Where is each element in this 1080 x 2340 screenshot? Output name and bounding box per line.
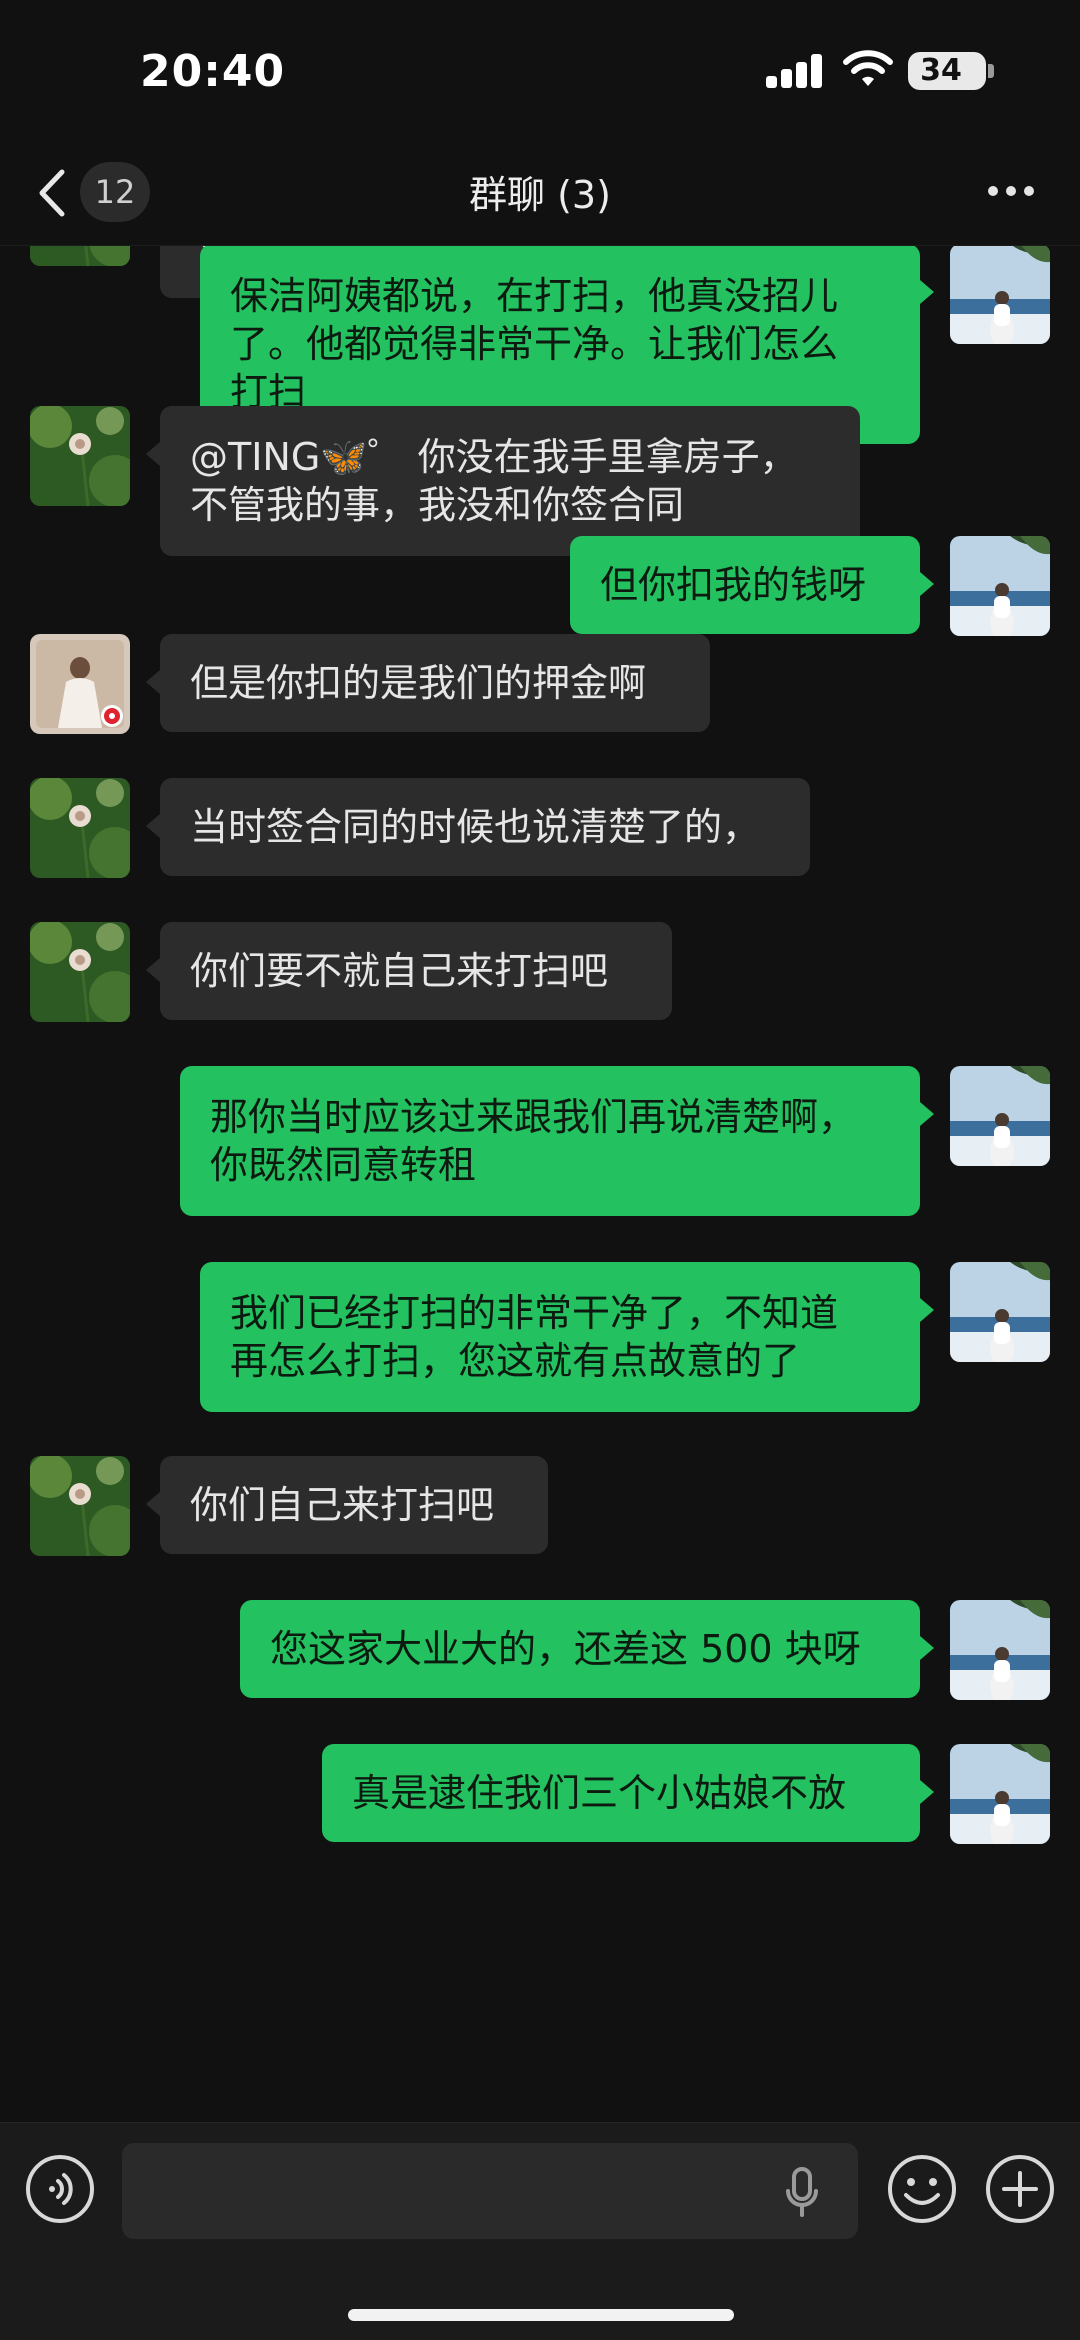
- battery-level: 34: [920, 53, 962, 88]
- more-options-icon[interactable]: [988, 186, 1034, 200]
- message-text: 你们自己来打扫吧: [190, 1483, 495, 1527]
- plus-button[interactable]: [984, 2153, 1056, 2225]
- incoming-message-bubble[interactable]: 你们要不就自己来打扫吧: [160, 922, 672, 1020]
- input-bar: [0, 2122, 1080, 2340]
- bubble-tail: [146, 670, 160, 694]
- bubble-tail: [146, 1492, 160, 1516]
- message-row: 真是逮住我们三个小姑娘不放: [0, 1744, 1080, 1844]
- message-text: 保洁阿姨都说，在打扫，他真没招儿 了。他都觉得非常干净。让我们怎么 打扫: [230, 274, 839, 414]
- outgoing-message-bubble[interactable]: 但你扣我的钱呀: [570, 536, 920, 634]
- bubble-tail: [146, 442, 160, 466]
- emoji-button[interactable]: [886, 2153, 958, 2225]
- back-chevron-icon[interactable]: [34, 166, 70, 220]
- message-row: 那你当时应该过来跟我们再说清楚啊， 你既然同意转租: [0, 1066, 1080, 1216]
- message-text: 我们已经打扫的非常干净了，不知道 再怎么打扫，您这就有点故意的了: [230, 1291, 839, 1383]
- message-row: 我们已经打扫的非常干净了，不知道 再怎么打扫，您这就有点故意的了: [0, 1262, 1080, 1412]
- my-avatar[interactable]: [950, 1262, 1050, 1362]
- my-avatar[interactable]: [950, 1600, 1050, 1700]
- message-row: @TING🦋゜ 你没在我手里拿房子， 不管我的事，我没和你签合同: [0, 406, 1080, 556]
- message-row: 您这家大业大的，还差这 500 块呀: [0, 1600, 1080, 1700]
- bubble-tail: [920, 1102, 934, 1126]
- cellular-signal-icon: [766, 54, 824, 88]
- microphone-icon[interactable]: [784, 2167, 820, 2217]
- sender-avatar[interactable]: [30, 634, 130, 734]
- bubble-tail: [920, 280, 934, 304]
- bubble-tail: [920, 572, 934, 596]
- outgoing-message-bubble[interactable]: 真是逮住我们三个小姑娘不放: [322, 1744, 920, 1842]
- message-text: 当时签合同的时候也说清楚了的，: [190, 805, 761, 849]
- voice-toggle-button[interactable]: [26, 2155, 94, 2223]
- message-list[interactable]: 现在我还没打扫保洁阿姨都说，在打扫，他真没招儿 了。他都觉得非常干净。让我们怎么…: [0, 246, 1080, 2122]
- bubble-tail: [146, 958, 160, 982]
- chat-screen: 20:40 34 12 群聊 (3) 现在我还没打扫保洁阿姨都说，在打扫，他真没…: [0, 0, 1080, 2340]
- message-row: 但你扣我的钱呀: [0, 536, 1080, 636]
- incoming-message-bubble[interactable]: 你们自己来打扫吧: [160, 1456, 548, 1554]
- my-avatar[interactable]: [950, 1066, 1050, 1166]
- bubble-tail: [146, 814, 160, 838]
- chat-header: 12 群聊 (3): [0, 140, 1080, 246]
- chat-title: 群聊 (3): [469, 173, 611, 217]
- home-indicator: [348, 2309, 734, 2321]
- sender-avatar[interactable]: [30, 778, 130, 878]
- status-bar: 20:40 34: [0, 0, 1080, 140]
- bubble-tail: [920, 1636, 934, 1660]
- my-avatar[interactable]: [950, 536, 1050, 636]
- message-row: 当时签合同的时候也说清楚了的，: [0, 778, 1080, 878]
- wifi-icon: [843, 50, 893, 86]
- message-row: 你们自己来打扫吧: [0, 1456, 1080, 1556]
- message-input[interactable]: [122, 2143, 858, 2239]
- sender-avatar[interactable]: [30, 922, 130, 1022]
- outgoing-message-bubble[interactable]: 您这家大业大的，还差这 500 块呀: [240, 1600, 920, 1698]
- outgoing-message-bubble[interactable]: 那你当时应该过来跟我们再说清楚啊， 你既然同意转租: [180, 1066, 920, 1216]
- my-avatar[interactable]: [950, 1744, 1050, 1844]
- my-avatar[interactable]: [950, 246, 1050, 344]
- battery-cap: [988, 64, 994, 78]
- message-text: 真是逮住我们三个小姑娘不放: [352, 1771, 847, 1815]
- message-row: 你们要不就自己来打扫吧: [0, 922, 1080, 1022]
- bubble-tail: [920, 1298, 934, 1322]
- message-text: 您这家大业大的，还差这 500 块呀: [270, 1627, 861, 1671]
- outgoing-message-bubble[interactable]: 我们已经打扫的非常干净了，不知道 再怎么打扫，您这就有点故意的了: [200, 1262, 920, 1412]
- message-text: 你们要不就自己来打扫吧: [190, 949, 609, 993]
- incoming-message-bubble[interactable]: 当时签合同的时候也说清楚了的，: [160, 778, 810, 876]
- message-text: 那你当时应该过来跟我们再说清楚啊， 你既然同意转租: [210, 1095, 857, 1187]
- message-text: 但是你扣的是我们的押金啊: [190, 661, 647, 705]
- sender-avatar[interactable]: [30, 406, 130, 506]
- incoming-message-bubble[interactable]: @TING🦋゜ 你没在我手里拿房子， 不管我的事，我没和你签合同: [160, 406, 860, 556]
- bubble-tail: [920, 1780, 934, 1804]
- unread-count-badge[interactable]: 12: [80, 162, 150, 222]
- message-row: 但是你扣的是我们的押金啊: [0, 634, 1080, 734]
- message-text: 但你扣我的钱呀: [600, 563, 867, 607]
- message-text: @TING🦋゜ 你没在我手里拿房子， 不管我的事，我没和你签合同: [190, 435, 798, 527]
- voice-icon: [49, 2173, 73, 2205]
- incoming-message-bubble[interactable]: 但是你扣的是我们的押金啊: [160, 634, 710, 732]
- status-time: 20:40: [140, 46, 286, 97]
- sender-avatar[interactable]: [30, 1456, 130, 1556]
- battery-icon: 34: [908, 52, 986, 90]
